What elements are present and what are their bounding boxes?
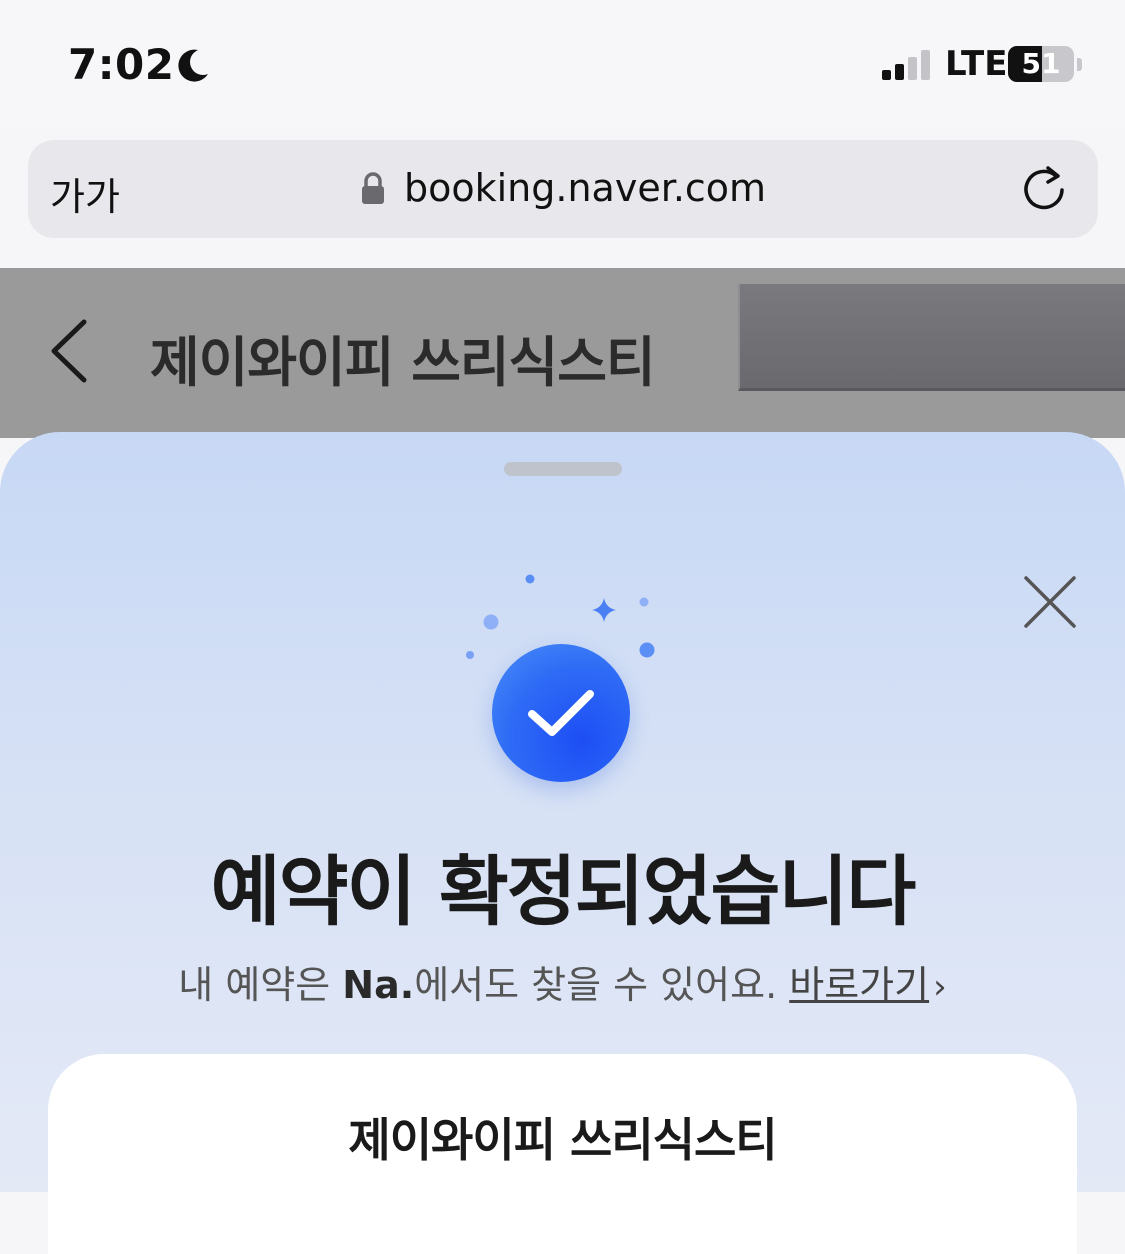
subtitle-suffix: 에서도 찾을 수 있어요. bbox=[414, 963, 778, 1007]
url-text[interactable]: booking.naver.com bbox=[404, 166, 766, 210]
battery-icon: 51 bbox=[1008, 46, 1074, 82]
check-circle-icon bbox=[492, 644, 630, 782]
check-icon bbox=[528, 690, 594, 736]
status-time: 7:02 bbox=[68, 40, 175, 89]
battery-level: 51 bbox=[1021, 47, 1061, 80]
page-title: 제이와이피 쓰리식스티 bbox=[150, 331, 656, 394]
page-header: 제이와이피 쓰리식스티 bbox=[0, 268, 1125, 438]
signal-icon bbox=[882, 50, 930, 80]
battery-tip bbox=[1077, 58, 1082, 71]
reload-icon[interactable] bbox=[1018, 162, 1070, 214]
status-bar: 7:02 LTE 51 bbox=[0, 0, 1125, 130]
booking-card: 제이와이피 쓰리식스티 bbox=[48, 1054, 1077, 1254]
subtitle-prefix: 내 예약은 bbox=[178, 963, 343, 1007]
brand-name: Na. bbox=[342, 963, 415, 1007]
go-link[interactable]: 바로가기 bbox=[789, 963, 929, 1007]
lock-icon bbox=[362, 172, 384, 204]
sheet-handle[interactable] bbox=[504, 462, 622, 476]
address-bar[interactable]: 가가 booking.naver.com bbox=[28, 140, 1098, 238]
moon-icon bbox=[178, 49, 208, 82]
confirmation-subtitle: 내 예약은 Na.에서도 찾을 수 있어요. 바로가기 › bbox=[0, 954, 1125, 1009]
header-image bbox=[738, 284, 1125, 391]
back-icon[interactable] bbox=[46, 318, 92, 384]
network-type: LTE bbox=[945, 44, 1008, 84]
confirmation-title: 예약이 확정되었습니다 bbox=[210, 847, 917, 936]
chevron-right-icon[interactable]: › bbox=[933, 967, 947, 1007]
close-icon[interactable] bbox=[1020, 572, 1080, 632]
confirmation-sheet: 예약이 확정되었습니다 내 예약은 Na.에서도 찾을 수 있어요. 바로가기 ›… bbox=[0, 432, 1125, 1254]
card-title: 제이와이피 쓰리식스티 bbox=[348, 1113, 777, 1167]
text-size-button[interactable]: 가가 bbox=[50, 166, 120, 221]
